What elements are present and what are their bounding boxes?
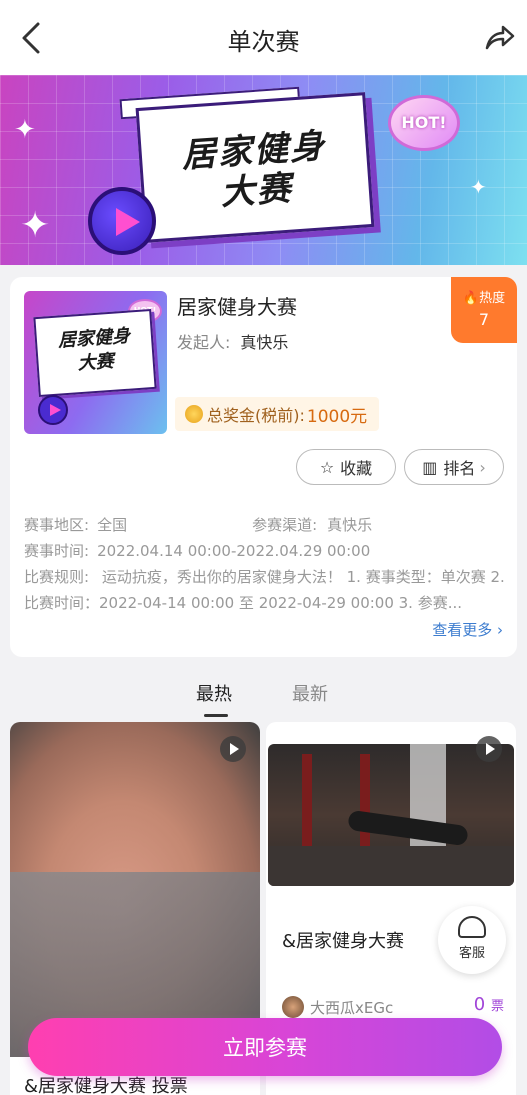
vote-unit: 票 <box>490 999 504 1014</box>
hot-badge: HOT! <box>388 95 460 151</box>
banner-card: 居家健身 大赛 <box>135 92 375 243</box>
share-icon[interactable] <box>481 20 517 56</box>
tab-hottest[interactable]: 最热 <box>196 680 232 706</box>
detail-row-time: 赛事时间: 2022.04.14 00:00-2022.04.29 00:00 <box>24 538 509 564</box>
gym-floor <box>268 846 514 886</box>
vote-count-value: 0 <box>473 994 486 1015</box>
time-value: 2022.04.14 00:00-2022.04.29 00:00 <box>97 542 371 560</box>
contest-info-card: HOT! 居家健身 大赛 居家健身大赛 发起人: 真快乐 🔥热度 7 总奖金(税前… <box>10 277 517 657</box>
organizer-label: 发起人: <box>177 333 231 352</box>
sparkle-icon: ✦ <box>14 115 36 145</box>
rules-value: 运动抗疫，秀出你的居家健身大法！ 1. 赛事类型：单次赛 2. 比赛时间：202… <box>24 568 505 612</box>
heat-label: 🔥热度 <box>451 287 517 306</box>
headset-icon <box>458 916 486 938</box>
hot-badge-text: HOT! <box>401 113 447 132</box>
author-name: 大西瓜xEGc <box>310 998 394 1017</box>
entry-video-thumbnail[interactable] <box>268 744 514 886</box>
join-now-button[interactable]: 立即参赛 <box>28 1018 502 1076</box>
organizer-name[interactable]: 真快乐 <box>240 333 288 352</box>
entry-author[interactable]: 大西瓜xEGc <box>282 996 393 1018</box>
sparkle-icon: ✦ <box>470 175 487 199</box>
channel-value: 真快乐 <box>327 516 373 534</box>
view-more-link[interactable]: 查看更多 › <box>432 619 503 640</box>
prize-label: 总奖金(税前): <box>207 406 305 425</box>
view-more-label: 查看更多 <box>432 621 493 639</box>
entry-video-thumbnail[interactable] <box>10 722 260 1057</box>
time-label: 赛事时间: <box>24 542 90 560</box>
join-now-label: 立即参赛 <box>223 1036 307 1060</box>
ranking-label: 排名 <box>443 459 476 478</box>
customer-service-button[interactable]: 客服 <box>438 906 506 974</box>
banner-play-icon[interactable] <box>88 187 156 255</box>
coin-icon <box>185 405 203 423</box>
chevron-right-icon: › <box>497 621 503 639</box>
rules-label: 比赛规则: <box>24 568 90 586</box>
video-play-icon <box>476 736 502 762</box>
contest-title: 居家健身大赛 <box>177 295 297 319</box>
thumb-play-icon <box>38 395 68 425</box>
vote-count: 0 票 <box>474 994 504 1015</box>
avatar <box>282 996 304 1018</box>
heat-value: 7 <box>478 310 490 329</box>
favorite-button[interactable]: ☆ 收藏 <box>296 449 396 485</box>
page-title: 单次赛 <box>227 28 300 56</box>
organizer: 发起人: 真快乐 <box>177 329 288 353</box>
active-tab-indicator <box>204 714 228 717</box>
contest-thumbnail[interactable]: HOT! 居家健身 大赛 <box>24 291 167 434</box>
ranking-button[interactable]: ▥ 排名 › <box>404 449 504 485</box>
contest-details: 赛事地区: 全国 参赛渠道: 真快乐 赛事时间: 2022.04.14 00:0… <box>24 512 509 616</box>
feed-tabs: 最热 最新 <box>0 680 527 720</box>
favorite-label: 收藏 <box>340 459 373 478</box>
ranking-bars-icon: ▥ <box>422 457 438 477</box>
thumb-title: 居家健身 大赛 <box>36 323 153 379</box>
heat-label-text: 热度 <box>479 291 506 306</box>
heat-badge: 🔥热度 7 <box>451 277 517 343</box>
detail-row-rules: 比赛规则: 运动抗疫，秀出你的居家健身大法！ 1. 赛事类型：单次赛 2. 比赛… <box>24 564 509 616</box>
sparkle-icon: ✦ <box>20 205 51 246</box>
channel-label: 参赛渠道: <box>252 516 318 534</box>
contest-banner[interactable]: ✦ ✦ ✦ 居家健身 大赛 HOT! <box>0 75 527 265</box>
flame-icon: 🔥 <box>462 291 480 306</box>
prize-amount: 1000元 <box>306 406 368 427</box>
top-bar: 单次赛 <box>0 0 527 75</box>
detail-row-region: 赛事地区: 全国 参赛渠道: 真快乐 <box>24 512 509 538</box>
star-outline-icon: ☆ <box>319 457 335 477</box>
customer-service-label: 客服 <box>458 946 485 961</box>
prize-tag: 总奖金(税前): 1000元 <box>175 397 380 431</box>
tab-newest[interactable]: 最新 <box>292 680 328 706</box>
chevron-right-icon: › <box>479 457 486 477</box>
video-play-icon <box>220 736 246 762</box>
banner-title: 居家健身 大赛 <box>141 123 370 218</box>
entry-caption: &居家健身大赛 <box>282 931 405 952</box>
region-value: 全国 <box>97 516 128 534</box>
region-label: 赛事地区: <box>24 516 90 534</box>
thumb-card: 居家健身 大赛 <box>33 308 157 398</box>
